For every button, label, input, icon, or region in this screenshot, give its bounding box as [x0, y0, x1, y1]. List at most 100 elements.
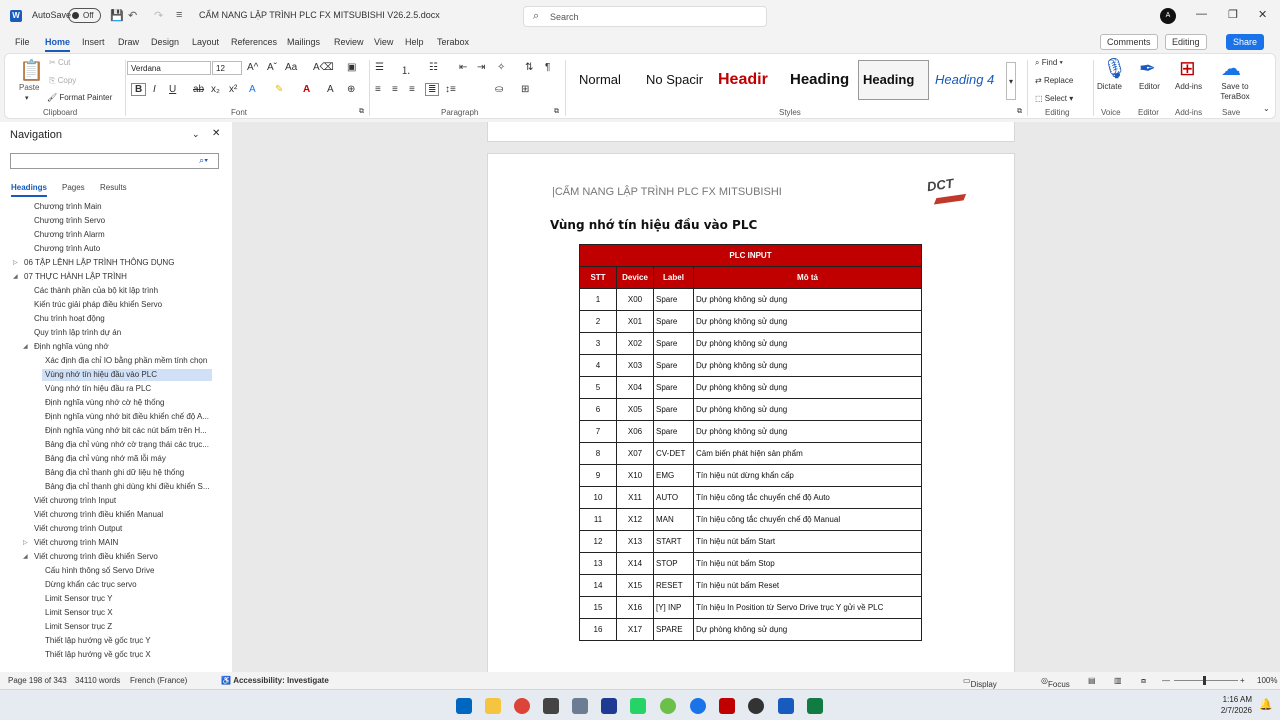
page-count[interactable]: Page 198 of 343 [8, 676, 67, 685]
editor-button[interactable]: Editor [1139, 82, 1160, 91]
cell-description[interactable]: Dự phòng không sử dụng [693, 398, 922, 421]
cell-label[interactable]: CV-DET [653, 442, 694, 465]
nav-heading-item[interactable]: Định nghĩa vùng nhớ bit điều khiển chế đ… [45, 411, 209, 423]
cell-device[interactable]: X17 [616, 618, 654, 641]
cell-device[interactable]: X14 [616, 552, 654, 575]
zoom-slider-thumb[interactable] [1203, 676, 1206, 685]
zoom-level[interactable]: 100% [1257, 676, 1277, 685]
cell-description[interactable]: Dự phòng không sử dụng [693, 288, 922, 311]
cell-description[interactable]: Tín hiệu công tắc chuyển chế độ Manual [693, 508, 922, 531]
nav-heading-item[interactable]: Vùng nhớ tín hiệu đầu ra PLC [45, 383, 151, 395]
microphone-icon[interactable]: 🎙 [1102, 56, 1127, 81]
style-heading-2[interactable]: Heading [790, 60, 856, 100]
cell-label[interactable]: Spare [653, 398, 694, 421]
refresh-app-icon[interactable] [660, 698, 676, 714]
nav-heading-item[interactable]: Chương trình Alarm [34, 229, 105, 241]
cell-label[interactable]: MAN [653, 508, 694, 531]
cell-label[interactable]: RESET [653, 574, 694, 597]
font-name-combo[interactable]: Verdana [127, 61, 211, 75]
obs-icon[interactable] [748, 698, 764, 714]
cell-label[interactable]: Spare [653, 288, 694, 311]
cell-stt[interactable]: 11 [579, 508, 617, 531]
italic-icon[interactable]: I [153, 84, 156, 95]
add-ins-icon[interactable]: ⊞ [1179, 56, 1196, 81]
cell-description[interactable]: Dự phòng không sử dụng [693, 332, 922, 355]
cell-device[interactable]: X00 [616, 288, 654, 311]
cell-label[interactable]: [Y] INP [653, 596, 694, 619]
cut-button[interactable]: ✂ Cut [49, 58, 70, 67]
select-button[interactable]: ⬚ Select ▾ [1035, 94, 1073, 103]
styles-dialog-launcher-icon[interactable]: ⧉ [1017, 108, 1022, 116]
font-color-icon[interactable]: A [303, 84, 310, 95]
nav-heading-item[interactable]: Bảng địa chỉ thanh ghi dữ liệu hệ thống [45, 467, 184, 479]
expand-triangle-icon[interactable]: ▷ [23, 539, 28, 546]
nav-heading-item[interactable]: Vùng nhớ tín hiệu đầu vào PLC [42, 369, 212, 381]
cell-device[interactable]: X07 [616, 442, 654, 465]
cell-description[interactable]: Dự phòng không sử dụng [693, 354, 922, 377]
cell-stt[interactable]: 6 [579, 398, 617, 421]
nav-heading-item[interactable]: Viết chương trình điều khiển Servo [34, 551, 158, 563]
shrink-font-icon[interactable]: Aˇ [267, 62, 277, 73]
autosave-toggle[interactable]: Off [68, 8, 101, 23]
cell-label[interactable]: STOP [653, 552, 694, 575]
tab-references[interactable]: References [231, 37, 277, 47]
cell-device[interactable]: X10 [616, 464, 654, 487]
file-explorer-icon[interactable] [485, 698, 501, 714]
word-count[interactable]: 34110 words [75, 676, 120, 685]
cell-label[interactable]: AUTO [653, 486, 694, 509]
read-mode-icon[interactable]: ▤ [1088, 676, 1096, 685]
cell-device[interactable]: X02 [616, 332, 654, 355]
chevron-down-icon[interactable]: ▾ [25, 94, 29, 102]
editor-pen-icon[interactable]: ✒ [1139, 56, 1156, 81]
nav-heading-item[interactable]: Thiết lập hướng về gốc trục X [45, 649, 151, 661]
align-right-icon[interactable]: ≡ [409, 84, 415, 95]
tab-home[interactable]: Home [45, 37, 71, 52]
strikethrough-icon[interactable]: ab [193, 84, 204, 95]
tab-draw[interactable]: Draw [118, 37, 139, 47]
nav-heading-item[interactable]: Chu trình hoạt động [34, 313, 105, 325]
text-effects-box-icon[interactable]: ▣ [347, 62, 356, 73]
cell-label[interactable]: Spare [653, 310, 694, 333]
nav-heading-item[interactable]: Viết chương trình Input [34, 495, 116, 507]
nav-heading-item[interactable]: 07 THỰC HÀNH LẬP TRÌNH [24, 271, 127, 283]
collapse-triangle-icon[interactable]: ◢ [13, 273, 18, 280]
close-icon[interactable]: ✕ [1258, 8, 1267, 21]
subscript-icon[interactable]: x₂ [211, 84, 220, 95]
align-center-icon[interactable]: ≡ [392, 84, 398, 95]
multilevel-list-icon[interactable]: ☷ [429, 62, 438, 73]
cell-device[interactable]: X11 [616, 486, 654, 509]
justify-icon[interactable]: ≣ [425, 83, 440, 96]
undo-icon[interactable]: ↶ [128, 9, 137, 22]
nav-search-input[interactable]: ⌕▾ [10, 153, 219, 169]
cell-stt[interactable]: 10 [579, 486, 617, 509]
shading-icon[interactable]: A [327, 84, 334, 95]
cell-description[interactable]: Cảm biến phát hiện sản phẩm [693, 442, 922, 465]
enclose-char-icon[interactable]: ⊕ [347, 84, 355, 95]
cell-description[interactable]: Tín hiệu In Position từ Servo Drive trục… [693, 596, 922, 619]
editing-mode-button[interactable]: Editing [1165, 34, 1207, 50]
styles-gallery-more-icon[interactable]: ▾ [1006, 62, 1017, 100]
start-icon[interactable] [456, 698, 472, 714]
paragraph-dialog-launcher-icon[interactable]: ⧉ [554, 108, 559, 116]
nav-heading-item[interactable]: Bảng địa chỉ vùng nhớ cờ trạng thái các … [45, 439, 209, 451]
cell-device[interactable]: X05 [616, 398, 654, 421]
cell-description[interactable]: Dự phòng không sử dụng [693, 420, 922, 443]
paint-bucket-icon[interactable]: ⛀ [495, 84, 503, 95]
document-title[interactable]: CẨM NANG LẬP TRÌNH PLC FX MITSUBISHI V26… [199, 10, 440, 20]
document-page[interactable]: |CẨM NANG LẬP TRÌNH PLC FX MITSUBISHI DC… [487, 153, 1015, 672]
nav-close-icon[interactable]: ✕ [212, 128, 220, 139]
accessibility-checker[interactable]: ♿ Accessibility: Investigate [221, 676, 329, 685]
nav-heading-item[interactable]: Bảng địa chỉ thanh ghi dùng khi điều khi… [45, 481, 210, 493]
line-spacing-icon[interactable]: ↕≡ [445, 84, 456, 95]
cell-device[interactable]: X03 [616, 354, 654, 377]
borders-icon[interactable]: ⊞ [521, 84, 529, 95]
cell-description[interactable]: Dự phòng không sử dụng [693, 310, 922, 333]
nav-heading-item[interactable]: Limit Sensor trục X [45, 607, 113, 619]
bullets-icon[interactable]: ☰ [375, 62, 384, 73]
tab-view[interactable]: View [374, 37, 393, 47]
style-heading-1[interactable]: Headir [718, 60, 784, 100]
cell-label[interactable]: START [653, 530, 694, 553]
cell-label[interactable]: Spare [653, 420, 694, 443]
cell-label[interactable]: Spare [653, 376, 694, 399]
nav-heading-item[interactable]: Định nghĩa vùng nhớ bit các nút bấm trên… [45, 425, 207, 437]
